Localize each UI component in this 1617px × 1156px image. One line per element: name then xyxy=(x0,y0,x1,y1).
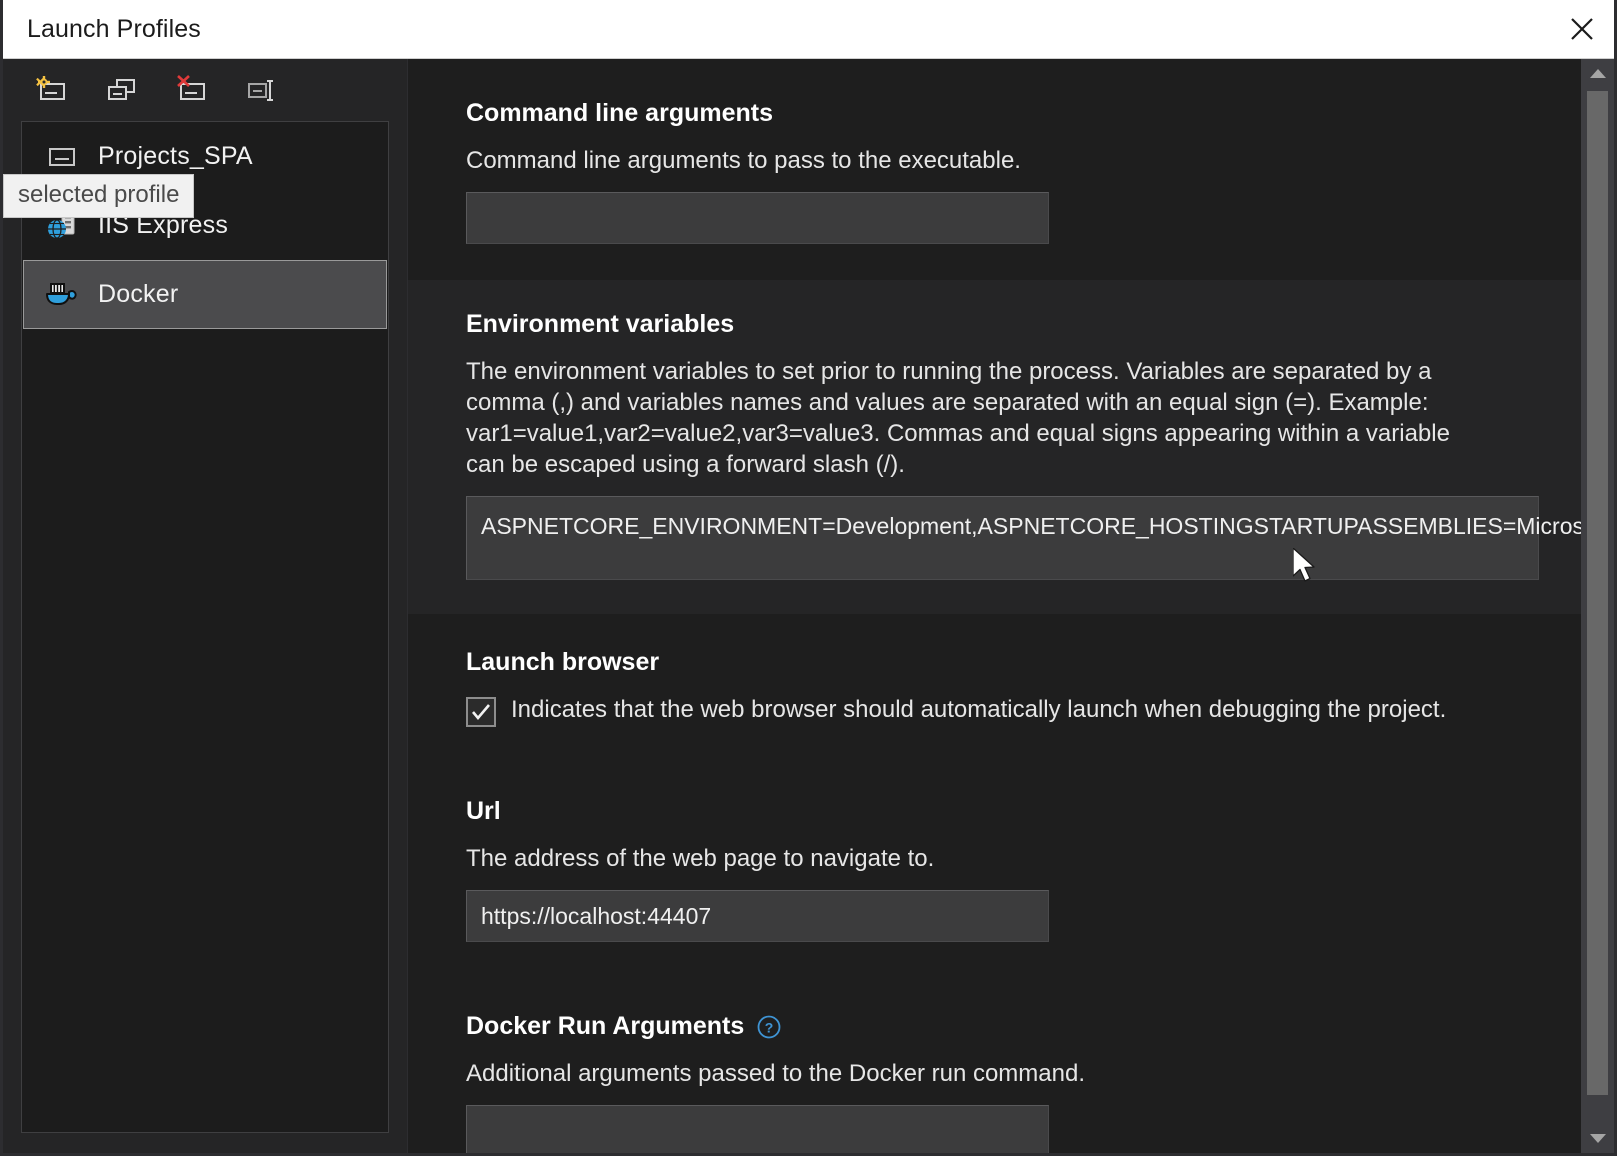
vertical-scrollbar[interactable] xyxy=(1581,59,1614,1153)
environment-variables-input[interactable]: ASPNETCORE_ENVIRONMENT=Development,ASPNE… xyxy=(466,496,1539,580)
scroll-down-arrow-icon[interactable] xyxy=(1581,1125,1614,1153)
question-circle-icon[interactable]: ? xyxy=(756,1014,782,1040)
dialog-body: Projects_SPA xyxy=(3,59,1614,1153)
docker-run-arguments-input[interactable] xyxy=(466,1105,1049,1153)
profile-list[interactable]: Projects_SPA xyxy=(21,121,389,1133)
new-profile-button[interactable] xyxy=(31,71,73,109)
tooltip-text: selected profile xyxy=(18,181,179,208)
scrollbar-track[interactable] xyxy=(1581,87,1614,1125)
section-docker-run-arguments: Docker Run Arguments ? Additional argume… xyxy=(408,978,1581,1153)
profile-settings-pane: Command line arguments Command line argu… xyxy=(408,59,1614,1153)
profiles-pane: Projects_SPA xyxy=(3,59,408,1153)
profiles-toolbar xyxy=(3,59,407,121)
launch-profiles-dialog: Launch Profiles xyxy=(0,0,1617,1156)
scroll-up-arrow-icon[interactable] xyxy=(1581,59,1614,87)
launch-browser-row: Indicates that the web browser should au… xyxy=(466,694,1581,727)
section-title: Docker Run Arguments ? xyxy=(466,1012,1581,1041)
section-description: Additional arguments passed to the Docke… xyxy=(466,1058,1476,1089)
launch-browser-label: Indicates that the web browser should au… xyxy=(511,694,1446,726)
section-title: Environment variables xyxy=(466,310,1581,339)
command-line-arguments-input[interactable] xyxy=(466,192,1049,244)
section-url: Url The address of the web page to navig… xyxy=(408,767,1581,978)
svg-text:?: ? xyxy=(765,1019,774,1035)
scrollbar-thumb[interactable] xyxy=(1587,91,1608,1095)
delete-profile-button[interactable] xyxy=(171,71,213,109)
section-title-text: Docker Run Arguments xyxy=(466,1012,744,1041)
section-description: The environment variables to set prior t… xyxy=(466,356,1476,480)
project-icon xyxy=(44,139,80,175)
tooltip: selected profile xyxy=(3,174,194,218)
section-title: Url xyxy=(466,797,1581,826)
dialog-titlebar: Launch Profiles xyxy=(3,0,1614,59)
launch-browser-checkbox[interactable] xyxy=(466,697,496,727)
docker-whale-icon xyxy=(44,277,80,313)
section-launch-browser: Launch browser Indicates that the web br… xyxy=(408,614,1581,767)
section-title: Command line arguments xyxy=(466,99,1581,128)
profile-list-item-docker[interactable]: Docker xyxy=(23,260,387,329)
close-icon[interactable] xyxy=(1550,0,1614,58)
settings-scroll-area: Command line arguments Command line argu… xyxy=(408,59,1581,1153)
duplicate-profile-button[interactable] xyxy=(101,71,143,109)
dialog-title: Launch Profiles xyxy=(27,15,201,44)
section-command-line-arguments: Command line arguments Command line argu… xyxy=(408,59,1581,280)
section-description: The address of the web page to navigate … xyxy=(466,843,1476,874)
rename-profile-button[interactable] xyxy=(241,71,283,109)
profile-label: Projects_SPA xyxy=(98,142,253,171)
section-environment-variables: Environment variables The environment va… xyxy=(408,280,1581,614)
profile-label: Docker xyxy=(98,280,178,309)
url-input[interactable]: https://localhost:44407 xyxy=(466,890,1049,942)
section-title: Launch browser xyxy=(466,648,1581,677)
section-description: Command line arguments to pass to the ex… xyxy=(466,145,1476,176)
